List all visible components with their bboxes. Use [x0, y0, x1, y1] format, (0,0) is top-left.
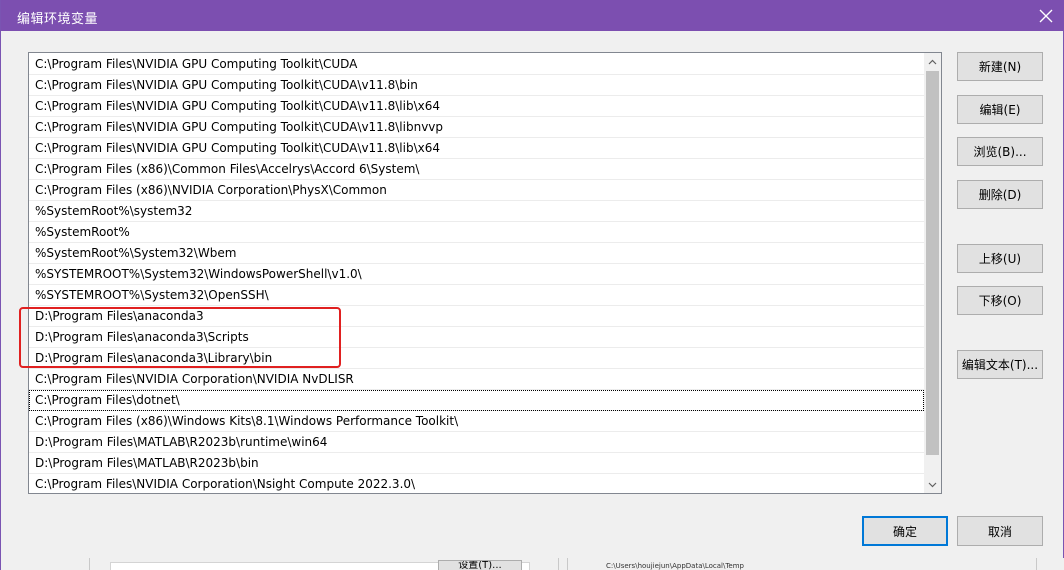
close-icon	[1039, 9, 1053, 23]
path-list-item[interactable]: C:\Program Files\NVIDIA Corporation\Nsig…	[29, 474, 924, 493]
scrollbar-thumb[interactable]	[926, 71, 939, 455]
background-path-text: C:\Users\houjiejun\AppData\Local\Temp	[606, 562, 744, 570]
path-list-item[interactable]: D:\Program Files\anaconda3	[29, 306, 924, 327]
scroll-up-button[interactable]	[924, 53, 941, 70]
path-list-item[interactable]: C:\Program Files\NVIDIA GPU Computing To…	[29, 96, 924, 117]
edit-env-variable-dialog: 编辑环境变量 C:\Program Files\NVIDIA GPU Compu…	[0, 0, 1064, 570]
path-list-item[interactable]: D:\Program Files\MATLAB\R2023b\bin	[29, 453, 924, 474]
vertical-scrollbar[interactable]	[924, 53, 941, 493]
edit-text-button[interactable]: 编辑文本(T)...	[957, 350, 1043, 379]
path-list-item[interactable]: %SystemRoot%\system32	[29, 201, 924, 222]
path-list-item[interactable]: %SYSTEMROOT%\System32\WindowsPowerShell\…	[29, 264, 924, 285]
move-up-button[interactable]: 上移(U)	[957, 244, 1043, 273]
path-list-item[interactable]: %SystemRoot%	[29, 222, 924, 243]
path-list-item[interactable]: C:\Program Files\NVIDIA GPU Computing To…	[29, 54, 924, 75]
path-list-item[interactable]: %SYSTEMROOT%\System32\OpenSSH\	[29, 285, 924, 306]
browse-button[interactable]: 浏览(B)...	[957, 137, 1043, 166]
chevron-up-icon	[928, 59, 937, 64]
close-button[interactable]	[1033, 3, 1059, 29]
new-button[interactable]: 新建(N)	[957, 52, 1043, 81]
chevron-down-icon	[928, 482, 937, 487]
path-list-item[interactable]: C:\Program Files\dotnet\	[29, 390, 924, 411]
cancel-button[interactable]: 取消	[957, 516, 1043, 546]
path-list-item[interactable]: D:\Program Files\anaconda3\Scripts	[29, 327, 924, 348]
path-list-item[interactable]: C:\Program Files\NVIDIA GPU Computing To…	[29, 138, 924, 159]
path-list[interactable]: C:\Program Files\NVIDIA GPU Computing To…	[28, 52, 942, 494]
scroll-down-button[interactable]	[924, 476, 941, 493]
background-window-strip: 设置(T)... C:\Users\houjiejun\AppData\Loca…	[1, 558, 1064, 570]
title-bar: 编辑环境变量	[1, 0, 1064, 31]
edit-button[interactable]: 编辑(E)	[957, 95, 1043, 124]
path-list-item[interactable]: C:\Program Files\NVIDIA GPU Computing To…	[29, 75, 924, 96]
path-list-item[interactable]: %SystemRoot%\System32\Wbem	[29, 243, 924, 264]
dialog-title: 编辑环境变量	[17, 12, 99, 27]
ok-button[interactable]: 确定	[862, 516, 948, 546]
path-list-item[interactable]: C:\Program Files (x86)\Common Files\Acce…	[29, 159, 924, 180]
path-list-item[interactable]: C:\Program Files (x86)\NVIDIA Corporatio…	[29, 180, 924, 201]
path-list-item[interactable]: D:\Program Files\MATLAB\R2023b\runtime\w…	[29, 432, 924, 453]
path-list-item[interactable]: C:\Program Files\NVIDIA Corporation\NVID…	[29, 369, 924, 390]
path-list-item[interactable]: C:\Program Files (x86)\Windows Kits\8.1\…	[29, 411, 924, 432]
path-list-item[interactable]: D:\Program Files\anaconda3\Library\bin	[29, 348, 924, 369]
background-panel-right: C:\Users\houjiejun\AppData\Local\Temp	[567, 558, 1037, 570]
background-settings-button[interactable]: 设置(T)...	[438, 560, 522, 570]
delete-button[interactable]: 删除(D)	[957, 180, 1043, 209]
move-down-button[interactable]: 下移(O)	[957, 286, 1043, 315]
path-list-item[interactable]: C:\Program Files\NVIDIA GPU Computing To…	[29, 117, 924, 138]
